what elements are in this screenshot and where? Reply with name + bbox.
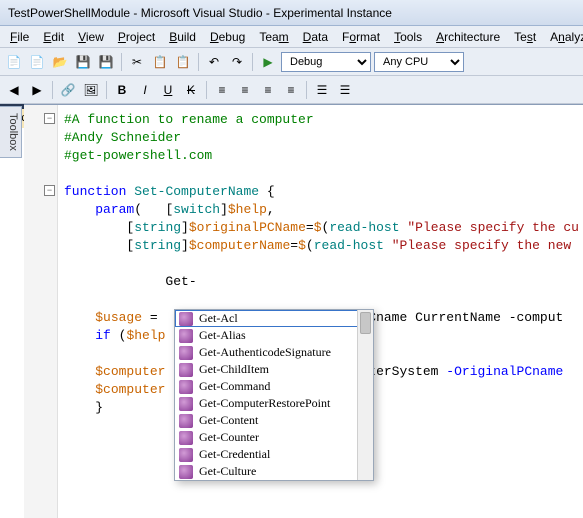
bold-button[interactable]: B bbox=[112, 80, 132, 100]
separator bbox=[252, 53, 253, 71]
menu-project[interactable]: Project bbox=[112, 28, 161, 46]
code-editor[interactable]: − − #A function to rename a computer #An… bbox=[24, 104, 583, 518]
menu-data[interactable]: Data bbox=[297, 28, 334, 46]
toolbar-format: ◀ ▶ 🔗 🖼 B I U K ≡ ≡ ≡ ≡ ☰ ☰ bbox=[0, 76, 583, 104]
menu-format[interactable]: Format bbox=[336, 28, 386, 46]
nav-fwd-button[interactable]: ▶ bbox=[27, 80, 47, 100]
window-title-bar: TestPowerShellModule - Microsoft Visual … bbox=[0, 0, 583, 26]
menu-bar: File Edit View Project Build Debug Team … bbox=[0, 26, 583, 48]
list-number-button[interactable]: ☰ bbox=[335, 80, 355, 100]
align-justify-button[interactable]: ≡ bbox=[281, 80, 301, 100]
menu-edit[interactable]: Edit bbox=[37, 28, 70, 46]
method-icon bbox=[179, 431, 193, 445]
intellisense-item[interactable]: Get-Acl bbox=[175, 310, 373, 327]
copy-button[interactable]: 📋 bbox=[150, 52, 170, 72]
nav-back-button[interactable]: ◀ bbox=[4, 80, 24, 100]
toolbox-sidetab[interactable]: Toolbox bbox=[0, 106, 22, 158]
fold-toggle-icon[interactable]: − bbox=[44, 113, 55, 124]
strike-button[interactable]: K bbox=[181, 80, 201, 100]
menu-tools[interactable]: Tools bbox=[388, 28, 428, 46]
typed-text: Get- bbox=[165, 274, 196, 289]
menu-architecture[interactable]: Architecture bbox=[430, 28, 506, 46]
method-icon bbox=[179, 414, 193, 428]
editor-gutter: − − bbox=[24, 105, 58, 518]
cut-button[interactable]: ✂ bbox=[127, 52, 147, 72]
intellisense-item[interactable]: Get-ComputerRestorePoint bbox=[175, 395, 373, 412]
config-combo[interactable]: Debug bbox=[281, 52, 371, 72]
save-button[interactable]: 💾 bbox=[73, 52, 93, 72]
underline-button[interactable]: U bbox=[158, 80, 178, 100]
menu-team[interactable]: Team bbox=[253, 28, 294, 46]
method-icon bbox=[179, 346, 193, 360]
method-icon bbox=[179, 397, 193, 411]
toolbar-main: 📄 📄 📂 💾 💾 ✂ 📋 📋 ↶ ↷ ▶ Debug Any CPU bbox=[0, 48, 583, 76]
intellisense-item[interactable]: Get-Counter bbox=[175, 429, 373, 446]
menu-analyze[interactable]: Analyze bbox=[544, 28, 583, 46]
list-bullet-button[interactable]: ☰ bbox=[312, 80, 332, 100]
method-icon bbox=[179, 465, 193, 479]
align-center-button[interactable]: ≡ bbox=[235, 80, 255, 100]
image-button[interactable]: 🖼 bbox=[81, 80, 101, 100]
menu-debug[interactable]: Debug bbox=[204, 28, 251, 46]
fold-toggle-icon[interactable]: − bbox=[44, 185, 55, 196]
save-all-button[interactable]: 💾 bbox=[96, 52, 116, 72]
separator bbox=[306, 81, 307, 99]
menu-view[interactable]: View bbox=[72, 28, 110, 46]
menu-build[interactable]: Build bbox=[163, 28, 202, 46]
window-title: TestPowerShellModule - Microsoft Visual … bbox=[8, 6, 392, 20]
separator bbox=[206, 81, 207, 99]
scrollbar-thumb[interactable] bbox=[360, 312, 371, 334]
link-button[interactable]: 🔗 bbox=[58, 80, 78, 100]
method-icon bbox=[179, 380, 193, 394]
method-icon bbox=[179, 363, 193, 377]
add-item-button[interactable]: 📄 bbox=[27, 52, 47, 72]
italic-button[interactable]: I bbox=[135, 80, 155, 100]
method-icon bbox=[179, 312, 193, 326]
separator bbox=[198, 53, 199, 71]
intellisense-item[interactable]: Get-Command bbox=[175, 378, 373, 395]
align-right-button[interactable]: ≡ bbox=[258, 80, 278, 100]
method-icon bbox=[179, 329, 193, 343]
align-left-button[interactable]: ≡ bbox=[212, 80, 232, 100]
separator bbox=[121, 53, 122, 71]
menu-test[interactable]: Test bbox=[508, 28, 542, 46]
start-debug-button[interactable]: ▶ bbox=[258, 52, 278, 72]
method-icon bbox=[179, 448, 193, 462]
separator bbox=[106, 81, 107, 99]
redo-button[interactable]: ↷ bbox=[227, 52, 247, 72]
paste-button[interactable]: 📋 bbox=[173, 52, 193, 72]
intellisense-item[interactable]: Get-ChildItem bbox=[175, 361, 373, 378]
platform-combo[interactable]: Any CPU bbox=[374, 52, 464, 72]
intellisense-item[interactable]: Get-Credential bbox=[175, 446, 373, 463]
intellisense-item[interactable]: Get-AuthenticodeSignature bbox=[175, 344, 373, 361]
new-project-button[interactable]: 📄 bbox=[4, 52, 24, 72]
intellisense-item[interactable]: Get-Culture bbox=[175, 463, 373, 480]
intellisense-item[interactable]: Get-Content bbox=[175, 412, 373, 429]
intellisense-scrollbar[interactable] bbox=[357, 310, 373, 480]
separator bbox=[52, 81, 53, 99]
open-button[interactable]: 📂 bbox=[50, 52, 70, 72]
intellisense-popup[interactable]: Get-Acl Get-Alias Get-AuthenticodeSignat… bbox=[174, 309, 374, 481]
intellisense-item[interactable]: Get-Alias bbox=[175, 327, 373, 344]
menu-file[interactable]: File bbox=[4, 28, 35, 46]
undo-button[interactable]: ↶ bbox=[204, 52, 224, 72]
